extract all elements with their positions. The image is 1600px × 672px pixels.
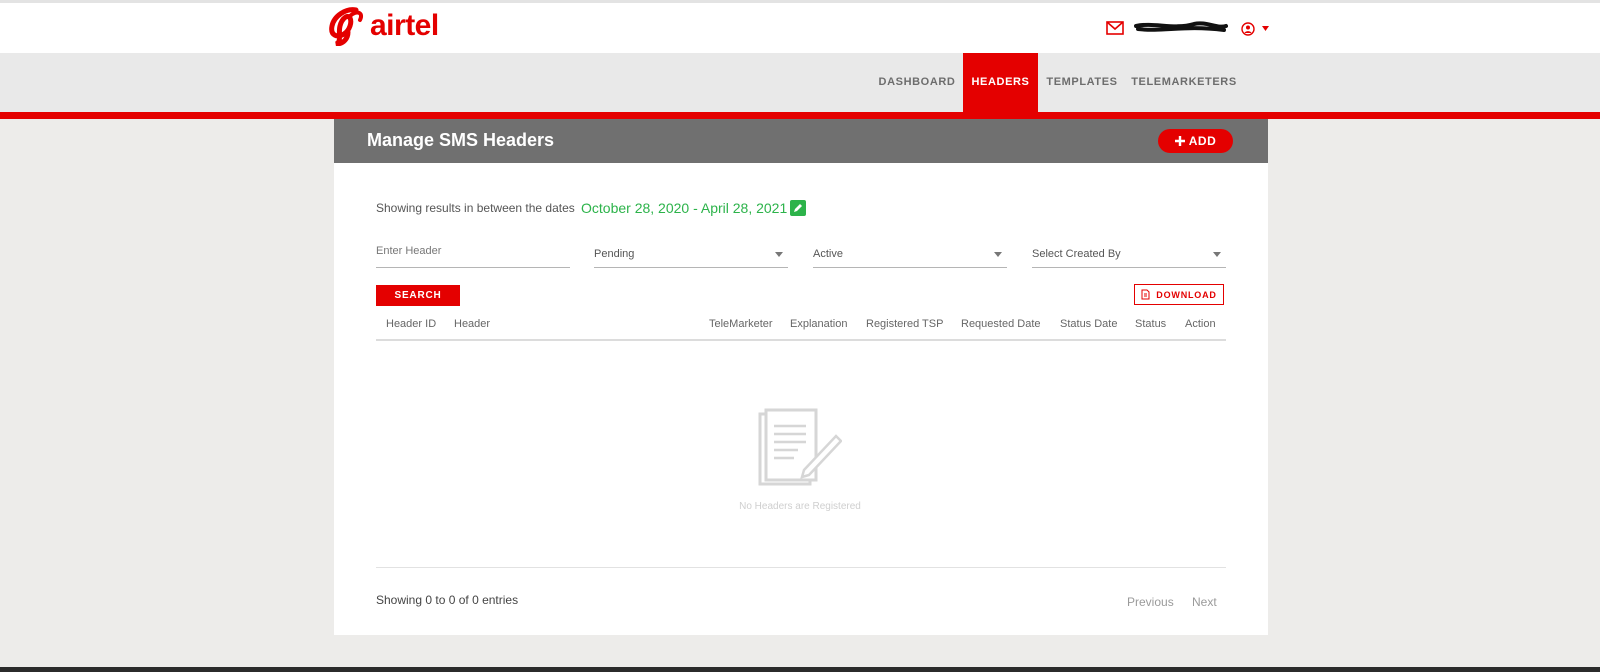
created-by-select-value: Select Created By [1032, 248, 1121, 260]
edit-date-range-button[interactable] [790, 200, 806, 216]
caret-down-icon[interactable] [1262, 26, 1269, 31]
user-icon[interactable] [1241, 22, 1255, 36]
pencil-icon [794, 204, 802, 212]
add-button-label: ADD [1188, 134, 1217, 148]
empty-document-icon [758, 408, 842, 486]
brand-name: airtel [370, 9, 439, 42]
plus-icon [1174, 136, 1185, 146]
nav-bar [0, 53, 1600, 112]
column-status-date[interactable]: Status Date [1060, 318, 1117, 330]
tab-telemarketers[interactable]: TELEMARKETERS [1128, 53, 1240, 112]
status-select[interactable]: Pending [594, 240, 788, 268]
redacted-username [1134, 21, 1228, 32]
column-header-id[interactable]: Header ID [386, 318, 436, 330]
airtel-logo[interactable]: airtel [326, 6, 439, 46]
chevron-down-icon [775, 252, 783, 257]
chevron-down-icon [1213, 252, 1221, 257]
tab-headers[interactable]: HEADERS [963, 53, 1038, 112]
column-action: Action [1185, 318, 1216, 330]
bottom-edge [0, 667, 1600, 672]
header-search-input[interactable] [376, 245, 570, 257]
entries-info: Showing 0 to 0 of 0 entries [376, 593, 519, 607]
tab-templates[interactable]: TEMPLATES [1040, 53, 1124, 112]
date-range-value: October 28, 2020 - April 28, 2021 [581, 200, 788, 216]
mail-icon[interactable] [1106, 21, 1124, 35]
created-by-select[interactable]: Select Created By [1032, 240, 1226, 268]
column-telemarketer[interactable]: TeleMarketer [709, 318, 773, 330]
nav-underline [0, 112, 1600, 119]
empty-state-message: No Headers are Registered [739, 501, 861, 512]
airtel-logo-icon [329, 7, 363, 46]
table-footer-divider [376, 567, 1226, 568]
next-page-button[interactable]: Next [1192, 595, 1217, 609]
search-button[interactable]: SEARCH [376, 285, 460, 306]
tab-dashboard[interactable]: DASHBOARD [872, 53, 962, 112]
column-explanation[interactable]: Explanation [790, 318, 848, 330]
column-requested-date[interactable]: Requested Date [961, 318, 1041, 330]
state-select-value: Active [813, 248, 843, 260]
table-header-divider [376, 339, 1226, 341]
column-registered-tsp[interactable]: Registered TSP [866, 318, 943, 330]
download-button-label: DOWNLOAD [1156, 289, 1217, 300]
previous-page-button[interactable]: Previous [1127, 595, 1174, 609]
add-header-button[interactable]: ADD [1158, 129, 1233, 153]
status-select-value: Pending [594, 248, 635, 260]
chevron-down-icon [994, 252, 1002, 257]
state-select[interactable]: Active [813, 240, 1007, 268]
header-search-field [376, 240, 570, 268]
file-icon [1141, 289, 1150, 300]
date-range-label: Showing results in between the dates [376, 201, 575, 215]
top-bar [0, 3, 1600, 53]
column-status[interactable]: Status [1135, 318, 1166, 330]
column-header[interactable]: Header [454, 318, 490, 330]
content-card [334, 119, 1268, 635]
download-button[interactable]: DOWNLOAD [1134, 284, 1224, 305]
page-title: Manage SMS Headers [367, 130, 555, 150]
